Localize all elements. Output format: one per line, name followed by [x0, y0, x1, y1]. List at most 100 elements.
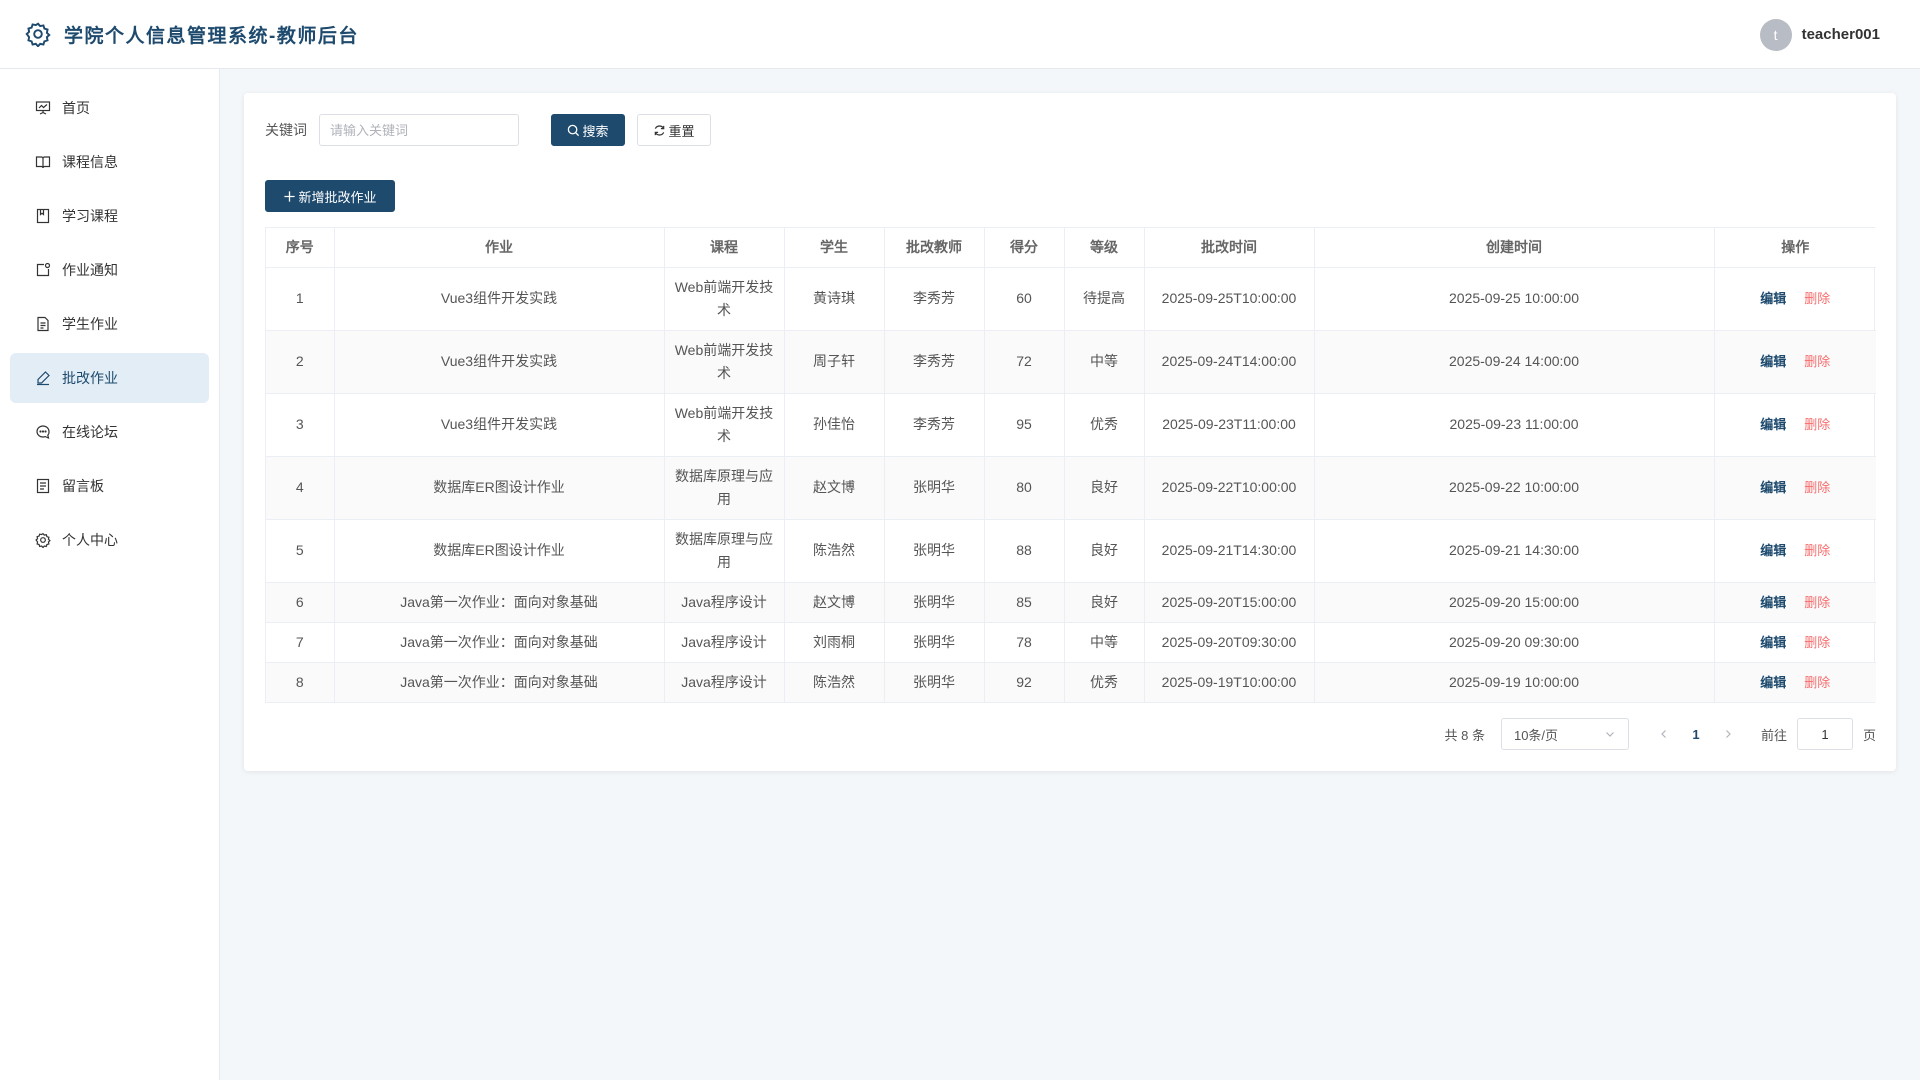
search-bar: 关键词 搜索 重置 [265, 113, 711, 147]
cell-course: Java程序设计 [664, 662, 785, 702]
column-header: 作业 [334, 228, 665, 268]
sidebar-item-home[interactable]: 首页 [10, 83, 209, 133]
table-row: 1 Vue3组件开发实践 Web前端开发技术 黄诗琪 李秀芳 60 待提高 20… [266, 267, 1876, 331]
edit-button[interactable]: 编辑 [1760, 291, 1786, 306]
edit-button[interactable]: 编辑 [1760, 635, 1786, 650]
refresh-icon [655, 124, 665, 136]
cell-student: 赵文博 [784, 456, 885, 520]
edit-button[interactable]: 编辑 [1760, 675, 1786, 690]
sidebar-item-student-homework[interactable]: 学生作业 [10, 299, 209, 349]
sidebar-item-label: 学生作业 [62, 316, 118, 332]
cell-review-time: 2025-09-20T09:30:00 [1144, 622, 1315, 663]
cell-student: 陈浩然 [784, 662, 885, 702]
cell-course: Web前端开发技术 [664, 330, 785, 394]
cell-course: 数据库原理与应用 [664, 519, 785, 583]
cell-teacher: 李秀芳 [884, 330, 985, 394]
chevron-right-icon [1726, 730, 1731, 738]
column-header: 操作 [1714, 228, 1876, 268]
delete-button[interactable]: 删除 [1804, 417, 1830, 432]
edit-button[interactable]: 编辑 [1760, 354, 1786, 369]
avatar[interactable]: t [1759, 18, 1792, 51]
delete-button[interactable]: 删除 [1804, 543, 1830, 558]
cell-grade: 良好 [1064, 582, 1145, 623]
next-page-button[interactable] [1713, 719, 1743, 749]
delete-button[interactable]: 删除 [1804, 291, 1830, 306]
cell-teacher: 张明华 [884, 622, 985, 663]
sidebar-item-course-info[interactable]: 课程信息 [10, 137, 209, 187]
notification-icon [34, 261, 52, 279]
delete-button[interactable]: 删除 [1804, 675, 1830, 690]
cell-grade: 中等 [1064, 330, 1145, 394]
cell-score: 78 [984, 622, 1065, 663]
table-row: 5 数据库ER图设计作业 数据库原理与应用 陈浩然 张明华 88 良好 2025… [266, 519, 1876, 583]
cell-actions: 编辑 删除 [1714, 330, 1876, 394]
cell-no: 4 [266, 456, 335, 520]
cell-score: 72 [984, 330, 1065, 394]
add-review-button[interactable]: 新增批改作业 [265, 180, 395, 212]
edit-button[interactable]: 编辑 [1760, 543, 1786, 558]
sidebar-item-label: 学习课程 [62, 208, 118, 224]
cell-student: 孙佳怡 [784, 393, 885, 457]
sidebar-item-message-board[interactable]: 留言板 [10, 461, 209, 511]
cell-course: Java程序设计 [664, 622, 785, 663]
page-number[interactable]: 1 [1679, 719, 1713, 749]
table-row: 2 Vue3组件开发实践 Web前端开发技术 周子轩 李秀芳 72 中等 202… [266, 330, 1876, 394]
sidebar-item-label: 留言板 [62, 478, 104, 494]
cell-student: 周子轩 [784, 330, 885, 394]
cell-teacher: 张明华 [884, 662, 985, 702]
sidebar-item-label: 在线论坛 [62, 424, 118, 440]
cell-created: 2025-09-22 10:00:00 [1314, 456, 1715, 520]
cell-score: 80 [984, 456, 1065, 520]
main-content: 关键词 搜索 重置 新增批改作业 序号 [220, 69, 1920, 1080]
sidebar-item-label: 首页 [62, 100, 90, 116]
keyword-input[interactable] [319, 114, 519, 146]
delete-button[interactable]: 删除 [1804, 595, 1830, 610]
cell-review-time: 2025-09-19T10:00:00 [1144, 662, 1315, 702]
pagination: 共 8 条 10条/页 1 前往 页 [1445, 718, 1876, 750]
content-card: 关键词 搜索 重置 新增批改作业 序号 [244, 93, 1896, 771]
edit-button[interactable]: 编辑 [1760, 595, 1786, 610]
delete-button[interactable]: 删除 [1804, 635, 1830, 650]
cell-homework: Java第一次作业：面向对象基础 [334, 662, 665, 702]
page-size-select[interactable]: 10条/页 [1500, 718, 1629, 750]
prev-page-button[interactable] [1649, 719, 1679, 749]
sidebar-item-study-course[interactable]: 学习课程 [10, 191, 209, 241]
cell-grade: 良好 [1064, 519, 1145, 583]
delete-button[interactable]: 删除 [1804, 354, 1830, 369]
cell-created: 2025-09-19 10:00:00 [1314, 662, 1715, 702]
username[interactable]: teacher001 [1802, 26, 1880, 43]
cell-actions: 编辑 删除 [1714, 662, 1876, 702]
user-menu[interactable]: t teacher001 [1759, 0, 1880, 69]
cell-actions: 编辑 删除 [1714, 456, 1876, 520]
cell-course: Web前端开发技术 [664, 393, 785, 457]
edit-button[interactable]: 编辑 [1760, 417, 1786, 432]
sidebar-item-homework-notice[interactable]: 作业通知 [10, 245, 209, 295]
reset-button[interactable]: 重置 [637, 114, 711, 146]
sidebar-item-review-homework[interactable]: 批改作业 [10, 353, 209, 403]
book-open-icon [34, 153, 52, 171]
cell-review-time: 2025-09-22T10:00:00 [1144, 456, 1315, 520]
cell-homework: 数据库ER图设计作业 [334, 519, 665, 583]
search-icon [568, 124, 580, 136]
app-title: 学院个人信息管理系统-教师后台 [64, 25, 359, 47]
search-button[interactable]: 搜索 [551, 114, 625, 146]
cell-student: 刘雨桐 [784, 622, 885, 663]
sidebar-item-label: 个人中心 [62, 532, 118, 548]
edit-button[interactable]: 编辑 [1760, 480, 1786, 495]
sidebar-item-forum[interactable]: 在线论坛 [10, 407, 209, 457]
goto-suffix: 页 [1862, 727, 1876, 743]
cell-actions: 编辑 删除 [1714, 519, 1876, 583]
cell-actions: 编辑 删除 [1714, 582, 1876, 623]
cell-score: 92 [984, 662, 1065, 702]
setting-icon [34, 531, 52, 549]
table-row: 7 Java第一次作业：面向对象基础 Java程序设计 刘雨桐 张明华 78 中… [266, 622, 1876, 663]
cell-homework: Vue3组件开发实践 [334, 267, 665, 331]
cell-homework: Vue3组件开发实践 [334, 330, 665, 394]
table-row: 8 Java第一次作业：面向对象基础 Java程序设计 陈浩然 张明华 92 优… [266, 662, 1876, 702]
goto-page-input[interactable] [1796, 718, 1853, 750]
delete-button[interactable]: 删除 [1804, 480, 1830, 495]
cell-course: 数据库原理与应用 [664, 456, 785, 520]
goto-label: 前往 [1760, 727, 1787, 743]
cell-created: 2025-09-20 15:00:00 [1314, 582, 1715, 623]
sidebar-item-personal-center[interactable]: 个人中心 [10, 515, 209, 565]
